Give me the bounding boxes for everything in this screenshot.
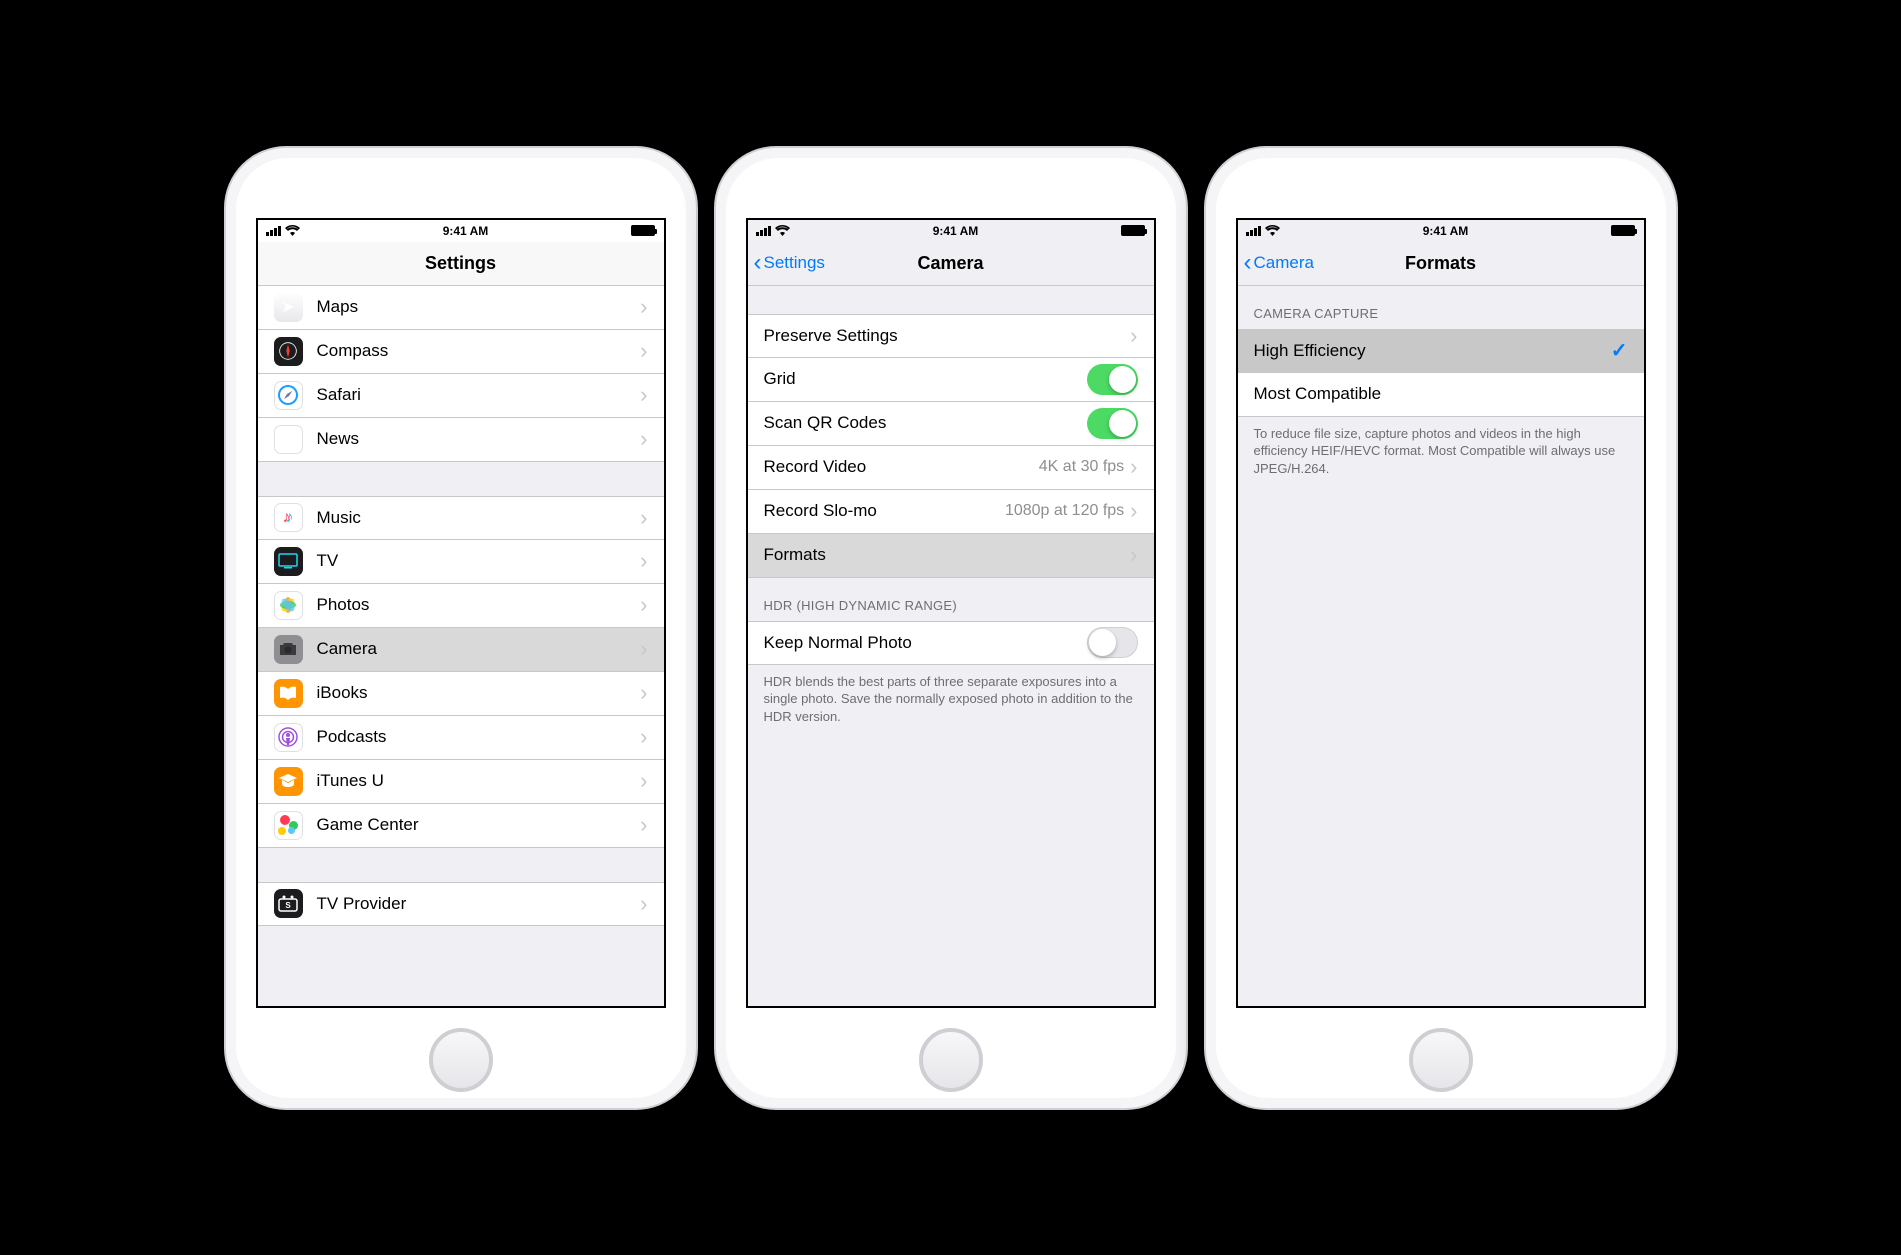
chevron-right-icon: › — [640, 382, 647, 408]
safari-icon — [274, 381, 303, 410]
grid-toggle[interactable] — [1087, 364, 1138, 395]
chevron-right-icon: › — [1130, 542, 1137, 568]
signal-icon — [756, 226, 771, 236]
row-keep-normal-photo[interactable]: Keep Normal Photo — [748, 621, 1154, 665]
checkmark-icon: ✓ — [1611, 338, 1628, 363]
chevron-left-icon: ‹ — [1244, 251, 1252, 275]
nav-bar: ‹ Camera Formats — [1238, 242, 1644, 286]
chevron-right-icon: › — [640, 505, 647, 531]
settings-row-itunesu[interactable]: iTunes U › — [258, 760, 664, 804]
chevron-right-icon: › — [640, 812, 647, 838]
camera-icon — [274, 635, 303, 664]
chevron-right-icon: › — [640, 724, 647, 750]
photos-icon — [274, 591, 303, 620]
chevron-right-icon: › — [640, 294, 647, 320]
battery-icon — [631, 225, 655, 236]
music-icon: ♪♪ — [274, 503, 303, 532]
row-record-slomo[interactable]: Record Slo-mo 1080p at 120 fps › — [748, 490, 1154, 534]
chevron-right-icon: › — [1130, 323, 1137, 349]
chevron-right-icon: › — [640, 592, 647, 618]
iphone-frame-2: 9:41 AM ‹ Settings Camera Preserve Setti… — [716, 148, 1186, 1108]
settings-list[interactable]: ➤ Maps › Compass › — [258, 286, 664, 1006]
option-high-efficiency[interactable]: High Efficiency ✓ — [1238, 329, 1644, 373]
gamecenter-icon — [274, 811, 303, 840]
keep-normal-toggle[interactable] — [1087, 627, 1138, 658]
camera-settings-list[interactable]: Preserve Settings › Grid Scan QR Codes R… — [748, 286, 1154, 1006]
chevron-right-icon: › — [640, 636, 647, 662]
chevron-right-icon: › — [640, 768, 647, 794]
row-formats[interactable]: Formats › — [748, 534, 1154, 578]
chevron-right-icon: › — [640, 338, 647, 364]
option-most-compatible[interactable]: Most Compatible — [1238, 373, 1644, 417]
podcasts-icon — [274, 723, 303, 752]
formats-footer: To reduce file size, capture photos and … — [1238, 417, 1644, 494]
settings-row-compass[interactable]: Compass › — [258, 330, 664, 374]
record-video-detail: 4K at 30 fps — [1039, 458, 1124, 476]
nav-bar: Settings — [258, 242, 664, 286]
chevron-right-icon: › — [640, 680, 647, 706]
news-icon: N — [274, 425, 303, 454]
status-bar: 9:41 AM — [748, 220, 1154, 242]
screen-formats: 9:41 AM ‹ Camera Formats CAMERA CAPTURE … — [1236, 218, 1646, 1008]
nav-bar: ‹ Settings Camera — [748, 242, 1154, 286]
nav-title: Settings — [258, 253, 664, 274]
settings-row-gamecenter[interactable]: Game Center › — [258, 804, 664, 848]
maps-icon: ➤ — [274, 293, 303, 322]
hdr-section-header: HDR (HIGH DYNAMIC RANGE) — [748, 578, 1154, 621]
record-slomo-detail: 1080p at 120 fps — [1005, 502, 1124, 520]
chevron-right-icon: › — [640, 891, 647, 917]
row-record-video[interactable]: Record Video 4K at 30 fps › — [748, 446, 1154, 490]
settings-row-podcasts[interactable]: Podcasts › — [258, 716, 664, 760]
settings-row-camera[interactable]: Camera › — [258, 628, 664, 672]
signal-icon — [1246, 226, 1261, 236]
row-scan-qr[interactable]: Scan QR Codes — [748, 402, 1154, 446]
back-button[interactable]: ‹ Settings — [748, 251, 825, 275]
tvprovider-icon: S — [274, 889, 303, 918]
chevron-right-icon: › — [640, 426, 647, 452]
itunesu-icon — [274, 767, 303, 796]
signal-icon — [266, 226, 281, 236]
wifi-icon — [285, 225, 300, 236]
settings-row-photos[interactable]: Photos › — [258, 584, 664, 628]
svg-text:S: S — [285, 901, 291, 910]
back-button[interactable]: ‹ Camera — [1238, 251, 1314, 275]
tv-icon — [274, 547, 303, 576]
iphone-frame-1: 9:41 AM Settings ➤ Maps › — [226, 148, 696, 1108]
wifi-icon — [1265, 225, 1280, 236]
chevron-left-icon: ‹ — [754, 251, 762, 275]
status-time: 9:41 AM — [1423, 224, 1469, 238]
settings-row-news[interactable]: N News › — [258, 418, 664, 462]
status-bar: 9:41 AM — [258, 220, 664, 242]
screen-settings: 9:41 AM Settings ➤ Maps › — [256, 218, 666, 1008]
scan-qr-toggle[interactable] — [1087, 408, 1138, 439]
camera-capture-header: CAMERA CAPTURE — [1238, 286, 1644, 329]
battery-icon — [1121, 225, 1145, 236]
settings-row-maps[interactable]: ➤ Maps › — [258, 286, 664, 330]
wifi-icon — [775, 225, 790, 236]
chevron-right-icon: › — [1130, 454, 1137, 480]
hdr-section-footer: HDR blends the best parts of three separ… — [748, 665, 1154, 742]
chevron-right-icon: › — [640, 548, 647, 574]
screen-camera-settings: 9:41 AM ‹ Settings Camera Preserve Setti… — [746, 218, 1156, 1008]
ibooks-icon — [274, 679, 303, 708]
formats-list[interactable]: CAMERA CAPTURE High Efficiency ✓ Most Co… — [1238, 286, 1644, 1006]
home-button[interactable] — [429, 1028, 493, 1092]
row-grid[interactable]: Grid — [748, 358, 1154, 402]
compass-icon — [274, 337, 303, 366]
home-button[interactable] — [1409, 1028, 1473, 1092]
settings-row-music[interactable]: ♪♪ Music › — [258, 496, 664, 540]
battery-icon — [1611, 225, 1635, 236]
settings-row-ibooks[interactable]: iBooks › — [258, 672, 664, 716]
iphone-frame-3: 9:41 AM ‹ Camera Formats CAMERA CAPTURE … — [1206, 148, 1676, 1108]
home-button[interactable] — [919, 1028, 983, 1092]
status-time: 9:41 AM — [933, 224, 979, 238]
status-time: 9:41 AM — [443, 224, 489, 238]
settings-row-tvprovider[interactable]: S TV Provider › — [258, 882, 664, 926]
row-preserve-settings[interactable]: Preserve Settings › — [748, 314, 1154, 358]
settings-row-tv[interactable]: TV › — [258, 540, 664, 584]
chevron-right-icon: › — [1130, 498, 1137, 524]
status-bar: 9:41 AM — [1238, 220, 1644, 242]
settings-row-safari[interactable]: Safari › — [258, 374, 664, 418]
